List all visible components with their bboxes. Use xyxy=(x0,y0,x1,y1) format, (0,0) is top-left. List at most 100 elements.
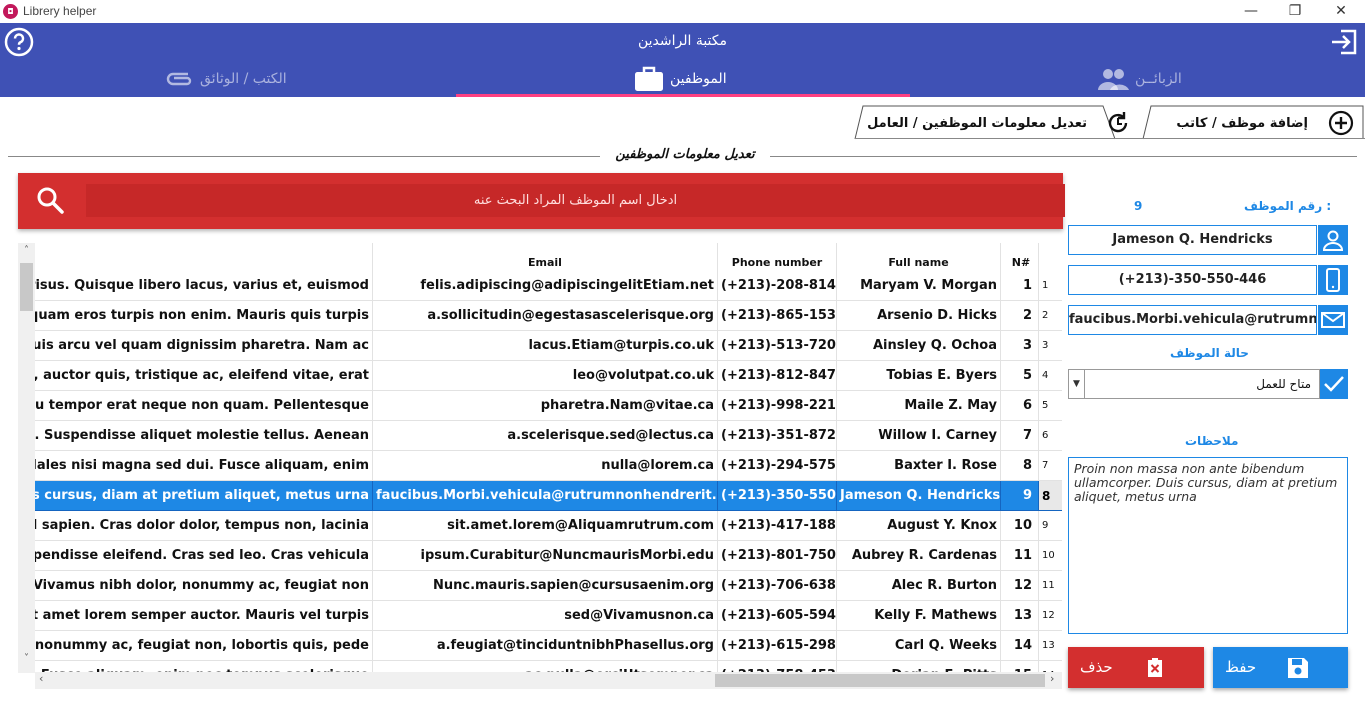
cell-number[interactable]: 8 xyxy=(1001,451,1039,481)
table-row[interactable]: Nunc quis arcu vel quam dignissim pharet… xyxy=(35,331,1062,361)
cell-email[interactable]: faucibus.Morbi.vehicula@rutrumnonhendrer… xyxy=(373,481,718,511)
cell-email[interactable]: ipsum.Curabitur@NuncmaurisMorbi.edu xyxy=(373,541,718,571)
cell-email[interactable]: leo@volutpat.co.uk xyxy=(373,361,718,391)
cell-row-index[interactable]: 9 xyxy=(1039,511,1062,541)
cell-number[interactable]: 11 xyxy=(1001,541,1039,571)
cell-phone[interactable]: (+213)-615-298-822 xyxy=(718,631,837,661)
cell-notes[interactable]: auris sit amet lorem semper auctor. Maur… xyxy=(35,601,373,631)
cell-phone[interactable]: (+213)-351-872-778 xyxy=(718,421,837,451)
cell-email[interactable]: pharetra.Nam@vitae.ca xyxy=(373,391,718,421)
cell-notes[interactable]: m lorem, auctor quis, tristique ac, elei… xyxy=(35,361,373,391)
chevron-down-icon[interactable]: ▼ xyxy=(1069,370,1085,398)
cell-notes[interactable]: auris id sapien. Cras dolor dolor, tempu… xyxy=(35,511,373,541)
cell-phone[interactable]: (+213)-812-847-563 xyxy=(718,361,837,391)
cell-number[interactable]: 3 xyxy=(1001,331,1039,361)
table-row[interactable]: sa. Suspendisse eleifend. Cras sed leo. … xyxy=(35,541,1062,571)
cell-number[interactable]: 1 xyxy=(1001,271,1039,301)
vertical-scrollbar[interactable]: ˄ ˅ xyxy=(18,243,35,673)
cell-full-name[interactable]: Maryam V. Morgan xyxy=(837,271,1001,301)
delete-button[interactable]: حذف xyxy=(1068,647,1204,688)
cell-phone[interactable]: (+213)-294-575-836 xyxy=(718,451,837,481)
cell-email[interactable]: felis.adipiscing@adipiscingelitEtiam.net xyxy=(373,271,718,301)
cell-number[interactable]: 7 xyxy=(1001,421,1039,451)
tab-books[interactable]: الكتب / الوثائق xyxy=(160,61,460,97)
cell-full-name[interactable]: Jameson Q. Hendricks xyxy=(837,481,1001,511)
notes-textarea[interactable]: Proin non massa non ante bibendum ullamc… xyxy=(1068,457,1348,634)
subtab-edit[interactable]: تعديل معلومات الموظفين / العامل xyxy=(865,106,1135,139)
restore-button[interactable]: ❐ xyxy=(1272,0,1318,23)
logout-icon[interactable] xyxy=(1329,27,1359,57)
column-header-notes[interactable] xyxy=(35,243,373,271)
column-header-email[interactable]: Email xyxy=(373,243,718,271)
vertical-scroll-thumb[interactable] xyxy=(20,263,33,311)
cell-notes[interactable]: vitae aliquam eros turpis non enim. Maur… xyxy=(35,301,373,331)
table-row[interactable]: auris sit amet lorem semper auctor. Maur… xyxy=(35,601,1062,631)
horizontal-scrollbar[interactable]: ‹ › xyxy=(35,672,1062,689)
minimize-button[interactable]: — xyxy=(1228,0,1274,23)
cell-phone[interactable]: (+213)-865-153-342 xyxy=(718,301,837,331)
table-row[interactable]: gue, eu tempor erat neque non quam. Pell… xyxy=(35,391,1062,421)
column-header-number[interactable]: N# xyxy=(1001,243,1039,271)
cell-email[interactable]: sit.amet.lorem@Aliquamrutrum.com xyxy=(373,511,718,541)
cell-email[interactable]: sed@Vivamusnon.ca xyxy=(373,601,718,631)
table-row[interactable]: per. Duis cursus, diam at pretium alique… xyxy=(35,481,1062,511)
phone-field[interactable]: (+213)-350-550-446 xyxy=(1068,265,1317,295)
scroll-left-icon[interactable]: ‹ xyxy=(39,672,43,685)
cell-email[interactable]: nulla@lorem.ca xyxy=(373,451,718,481)
cell-row-index[interactable]: 7 xyxy=(1039,451,1062,481)
cell-email[interactable]: Nunc.mauris.sapien@cursusaenim.org xyxy=(373,571,718,601)
cell-row-index[interactable]: 12 xyxy=(1039,601,1062,631)
cell-full-name[interactable]: Alec R. Burton xyxy=(837,571,1001,601)
table-row[interactable]: auris id sapien. Cras dolor dolor, tempu… xyxy=(35,511,1062,541)
cell-row-index[interactable]: 11 xyxy=(1039,571,1062,601)
cell-row-index[interactable]: 6 xyxy=(1039,421,1062,451)
cell-notes[interactable]: tae sodales nisi magna sed dui. Fusce al… xyxy=(35,451,373,481)
subtab-add[interactable]: إضافة موظف / كاتب xyxy=(1150,106,1360,139)
cell-number[interactable]: 6 xyxy=(1001,391,1039,421)
cell-phone[interactable]: (+213)-801-750-922 xyxy=(718,541,837,571)
cell-row-index[interactable]: 10 xyxy=(1039,541,1062,571)
cell-notes[interactable]: on leo. Vivamus nibh dolor, nonummy ac, … xyxy=(35,571,373,601)
cell-full-name[interactable]: Maile Z. May xyxy=(837,391,1001,421)
scroll-up-icon[interactable]: ˄ xyxy=(18,245,35,256)
save-button[interactable]: حفظ xyxy=(1213,647,1348,688)
table-row[interactable]: vitae aliquam eros turpis non enim. Maur… xyxy=(35,301,1062,331)
email-field[interactable]: faucibus.Morbi.vehicula@rutrumnonhendrer… xyxy=(1068,305,1317,335)
table-row[interactable]: on leo. Vivamus nibh dolor, nonummy ac, … xyxy=(35,571,1062,601)
cell-number[interactable]: 12 xyxy=(1001,571,1039,601)
cell-phone[interactable]: (+213)-417-188-218 xyxy=(718,511,837,541)
search-icon[interactable] xyxy=(36,186,64,214)
cell-full-name[interactable]: Arsenio D. Hicks xyxy=(837,301,1001,331)
cell-notes[interactable]: mauris. Suspendisse aliquet molestie tel… xyxy=(35,421,373,451)
cell-row-index[interactable]: 8 xyxy=(1039,481,1062,511)
cell-notes[interactable]: gue, eu tempor erat neque non quam. Pell… xyxy=(35,391,373,421)
column-header-phone[interactable]: Phone number xyxy=(718,243,837,271)
cell-full-name[interactable]: Baxter I. Rose xyxy=(837,451,1001,481)
cell-full-name[interactable]: Kelly F. Mathews xyxy=(837,601,1001,631)
tab-customers[interactable]: الزبائــن xyxy=(1095,61,1215,97)
table-row[interactable]: tae sodales nisi magna sed dui. Fusce al… xyxy=(35,451,1062,481)
cell-full-name[interactable]: Carl Q. Weeks xyxy=(837,631,1001,661)
cell-number[interactable]: 9 xyxy=(1001,481,1039,511)
table-row[interactable]: m lorem, auctor quis, tristique ac, elei… xyxy=(35,361,1062,391)
name-field[interactable]: Jameson Q. Hendricks xyxy=(1068,225,1317,255)
search-input[interactable]: ادخال اسم الموظف المراد البحث عنه xyxy=(86,184,1065,217)
column-header-name[interactable]: Full name xyxy=(837,243,1001,271)
cell-number[interactable]: 10 xyxy=(1001,511,1039,541)
cell-number[interactable]: 5 xyxy=(1001,361,1039,391)
cell-notes[interactable]: Nunc quis arcu vel quam dignissim pharet… xyxy=(35,331,373,361)
cell-notes[interactable]: n dolor, nonummy ac, feugiat non, lobort… xyxy=(35,631,373,661)
cell-phone[interactable]: (+213)-706-638-433 xyxy=(718,571,837,601)
cell-notes[interactable]: per. Duis cursus, diam at pretium alique… xyxy=(35,481,373,511)
close-button[interactable]: ✕ xyxy=(1318,0,1364,23)
cell-number[interactable]: 2 xyxy=(1001,301,1039,331)
cell-full-name[interactable]: August Y. Knox xyxy=(837,511,1001,541)
tab-employees[interactable]: الموظفين xyxy=(630,61,780,97)
cell-email[interactable]: a.scelerisque.sed@lectus.ca xyxy=(373,421,718,451)
cell-email[interactable]: lacus.Etiam@turpis.co.uk xyxy=(373,331,718,361)
table-row[interactable]: n dolor, nonummy ac, feugiat non, lobort… xyxy=(35,631,1062,661)
cell-phone[interactable]: (+213)-208-814-346 xyxy=(718,271,837,301)
scroll-right-icon[interactable]: › xyxy=(1050,672,1054,685)
cell-full-name[interactable]: Ainsley Q. Ochoa xyxy=(837,331,1001,361)
cell-phone[interactable]: (+213)-513-720-605 xyxy=(718,331,837,361)
